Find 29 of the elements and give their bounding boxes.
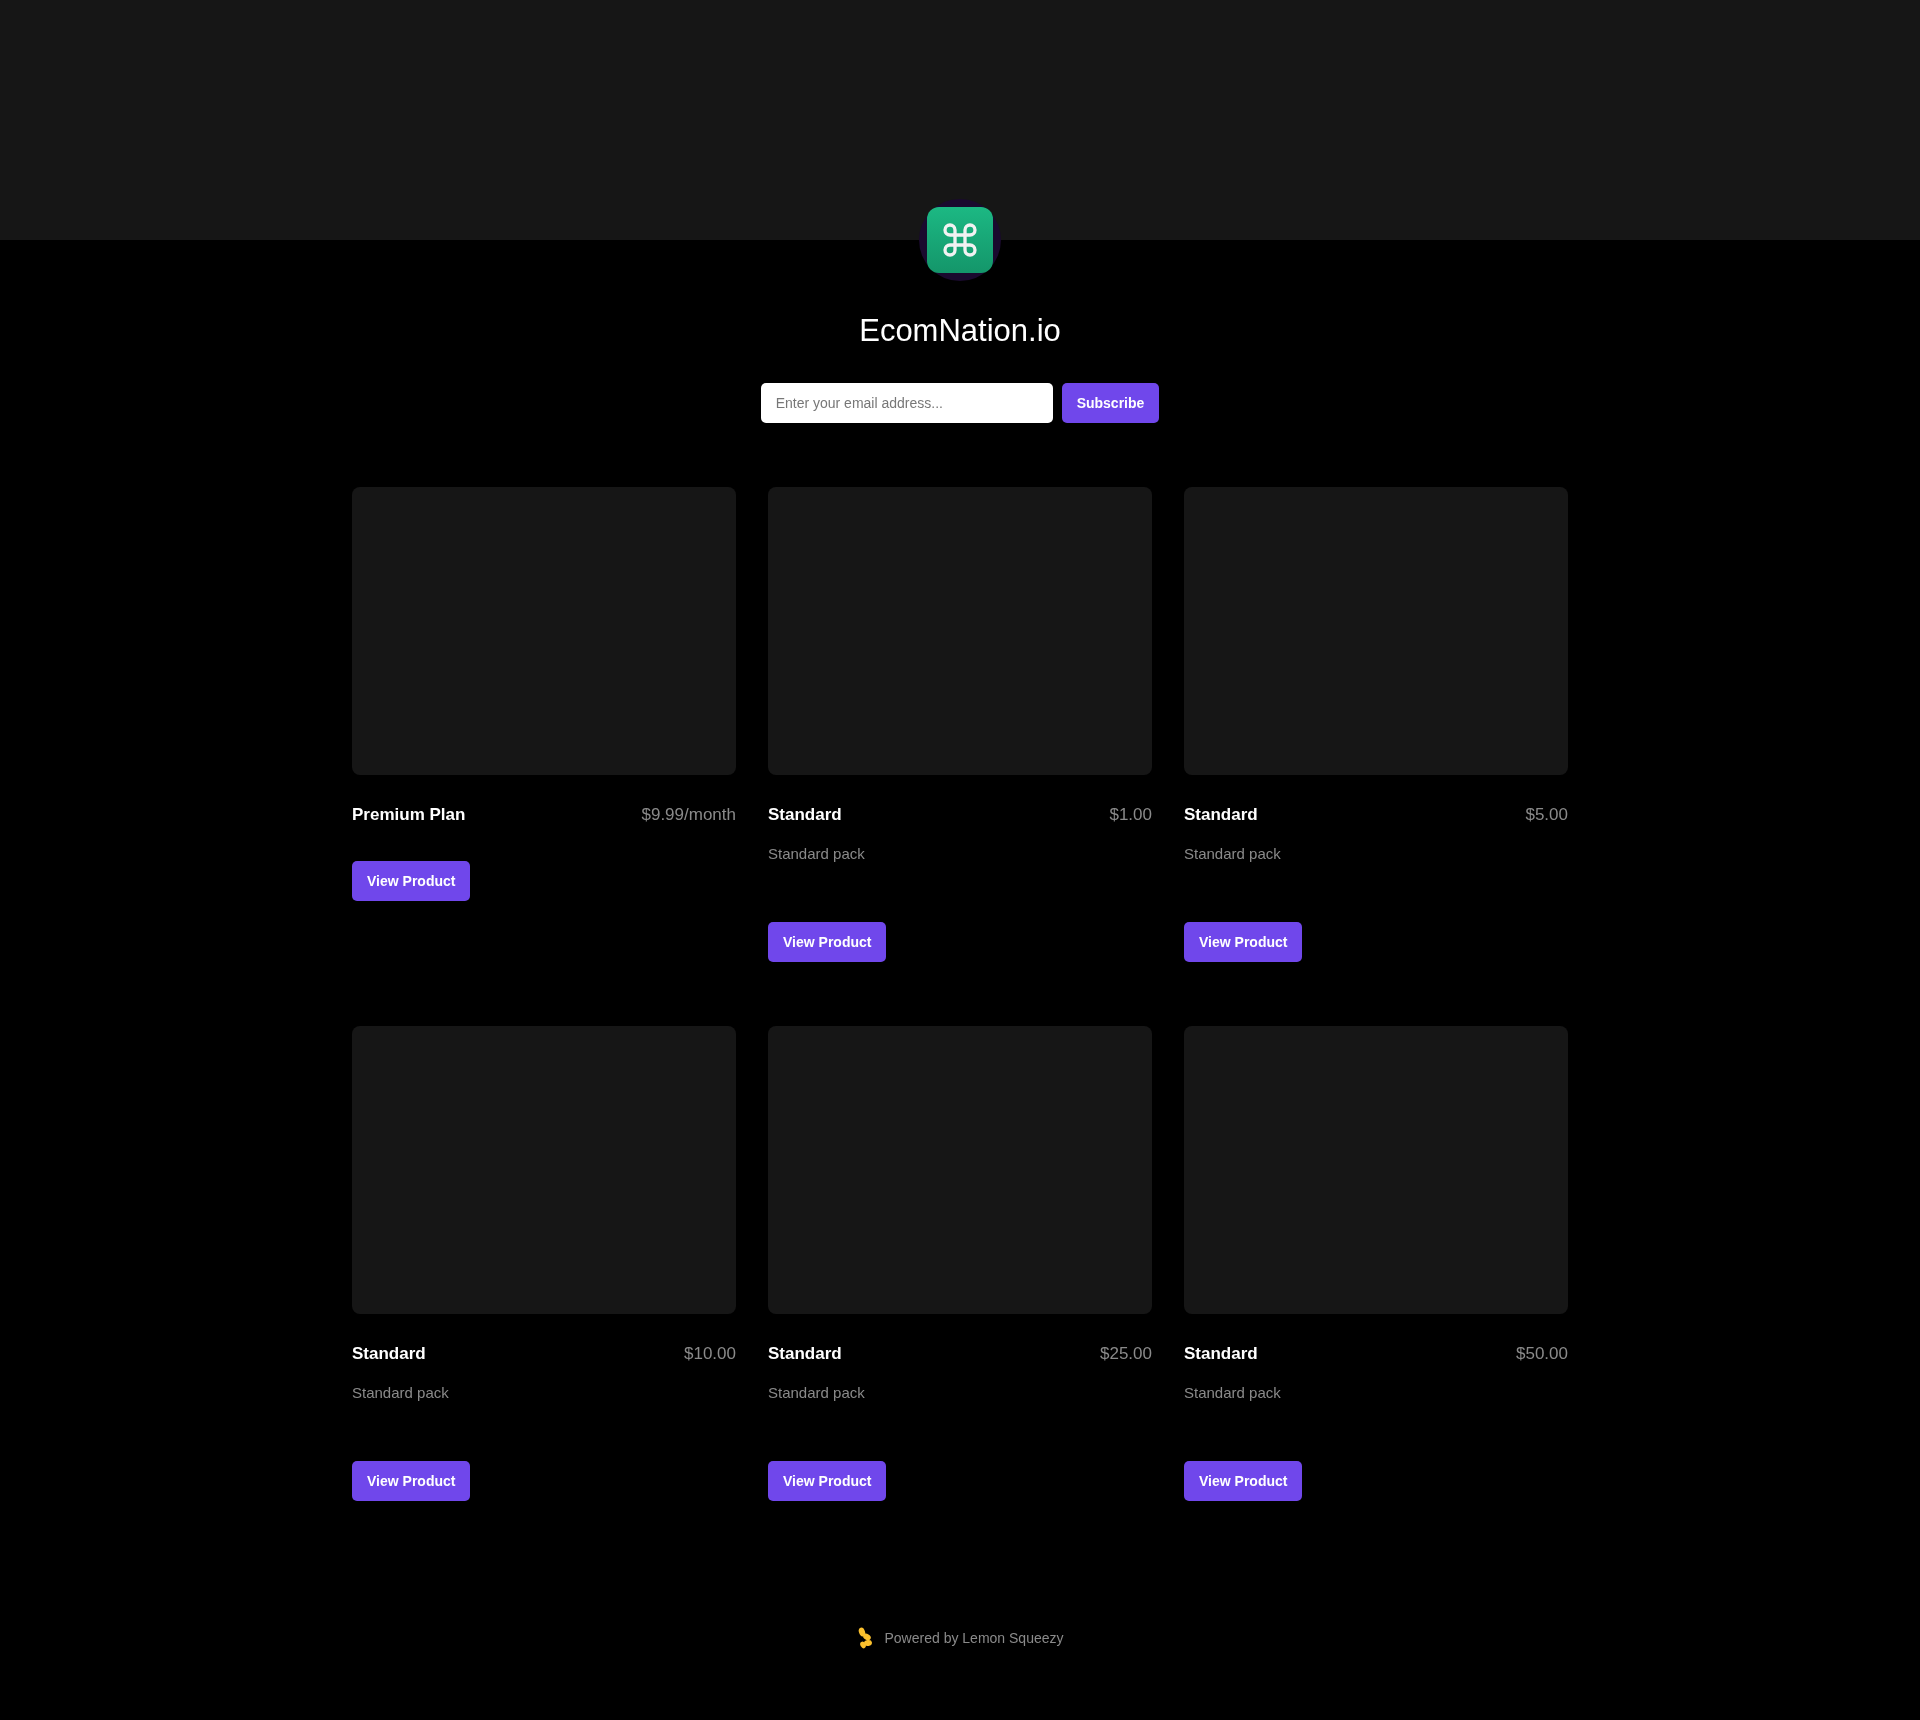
view-product-button[interactable]: View Product [768, 1461, 887, 1501]
view-product-button[interactable]: View Product [352, 1461, 471, 1501]
product-price: $50.00 [1516, 1343, 1568, 1365]
view-product-button[interactable]: View Product [1184, 922, 1303, 962]
product-name: Standard [352, 1343, 426, 1365]
product-price: $25.00 [1100, 1343, 1152, 1365]
store-name: EcomNation.io [859, 312, 1061, 350]
product-name: Standard [1184, 1343, 1258, 1365]
view-product-button[interactable]: View Product [352, 861, 471, 901]
command-key-icon [940, 220, 980, 260]
product-name: Standard [768, 804, 842, 826]
product-description: Standard pack [768, 1383, 865, 1403]
product-description: Standard pack [1184, 844, 1281, 864]
product-price: $1.00 [1109, 804, 1152, 826]
product-price: $10.00 [684, 1343, 736, 1365]
product-name: Premium Plan [352, 804, 466, 826]
subscribe-button[interactable]: Subscribe [1061, 383, 1160, 423]
product-description: Standard pack [1184, 1383, 1281, 1403]
powered-by-text: Powered by Lemon Squeezy [884, 1630, 1064, 1646]
product-price: $5.00 [1525, 804, 1568, 826]
product-description: Standard pack [768, 844, 865, 864]
view-product-button[interactable]: View Product [768, 922, 887, 962]
product-description: Standard pack [352, 1383, 449, 1403]
product-price: $9.99/month [641, 804, 736, 826]
lemon-logo-icon [856, 1627, 875, 1649]
view-product-button[interactable]: View Product [1184, 1461, 1303, 1501]
email-field[interactable]: Enter your email address... [760, 383, 1053, 423]
product-name: Standard [768, 1343, 842, 1365]
product-name: Standard [1184, 804, 1258, 826]
